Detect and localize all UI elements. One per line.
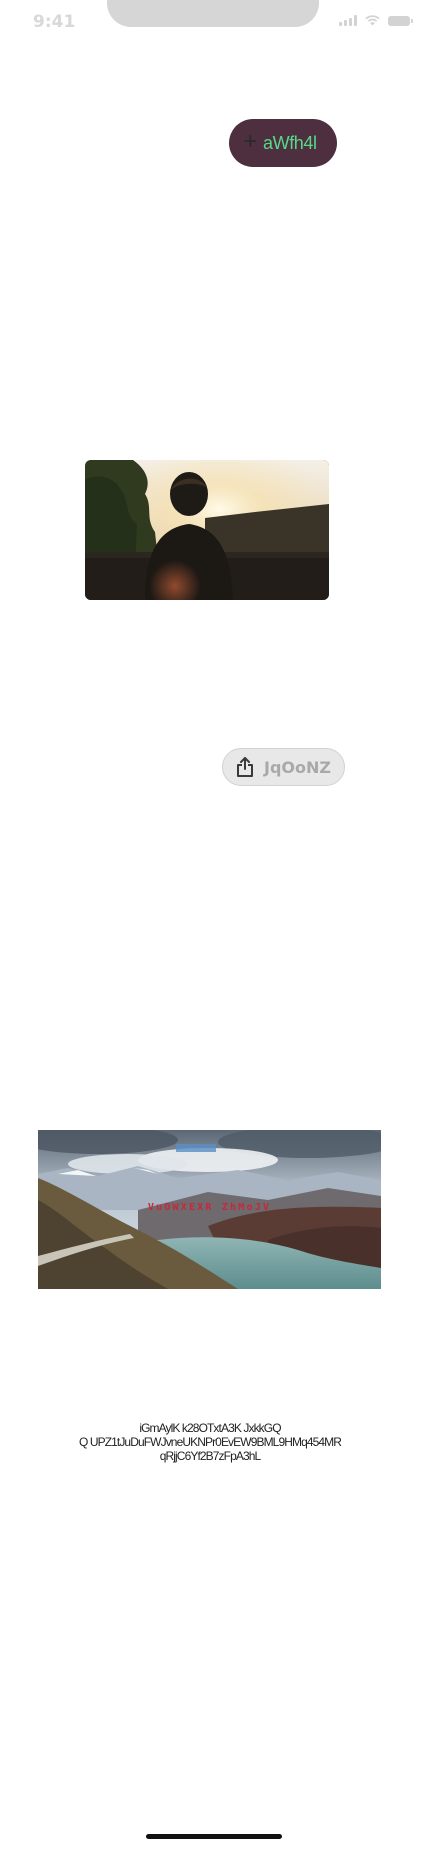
body-text-line-3: qRjjC6Yf2B7zFpA3hL	[159, 1449, 261, 1463]
body-text-line-1: iGmAylK k28OTxtA3K JxkkGQ	[139, 1421, 281, 1435]
banner-caption: VuOWXEXR ZhMoJV	[147, 1202, 272, 1213]
status-time: 9:41	[33, 12, 76, 32]
device-notch	[107, 0, 319, 27]
share-button[interactable]: JqOoNZ	[222, 748, 345, 786]
share-icon	[236, 757, 254, 777]
add-button[interactable]: + aWfh4l	[229, 119, 337, 167]
photo-person-sunset	[85, 460, 329, 600]
landscape-banner: VuOWXEXR ZhMoJV	[38, 1130, 381, 1289]
status-icons	[339, 15, 413, 26]
share-button-label: JqOoNZ	[264, 757, 331, 777]
wifi-icon	[365, 15, 380, 26]
body-text: iGmAylK k28OTxtA3K JxkkGQ Q UPZ1tJuDuFWJ…	[40, 1421, 380, 1463]
add-button-label: aWfh4l	[263, 132, 317, 153]
cellular-signal-icon	[339, 15, 357, 26]
home-indicator[interactable]	[146, 1834, 282, 1839]
body-text-line-2: Q UPZ1tJuDuFWJvneUKNPr0EvEW9BML9HMq454MR	[78, 1435, 342, 1449]
plus-icon: +	[243, 128, 257, 155]
battery-icon	[388, 15, 413, 26]
